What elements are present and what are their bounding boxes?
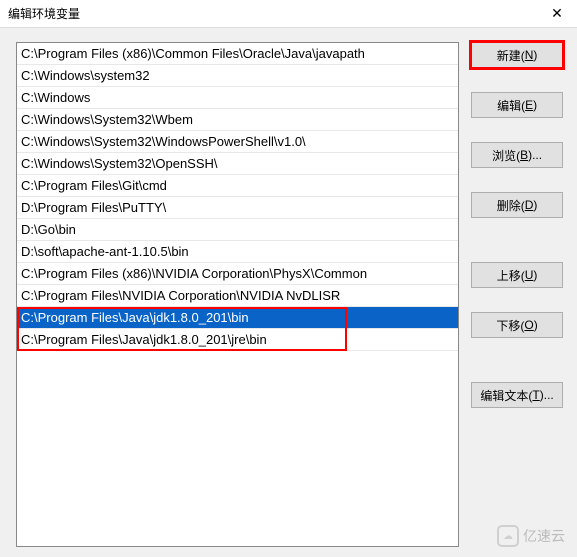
- path-item[interactable]: C:\Windows\System32\WindowsPowerShell\v1…: [17, 131, 458, 153]
- path-item[interactable]: D:\Program Files\PuTTY\: [17, 197, 458, 219]
- path-item[interactable]: C:\Windows\system32: [17, 65, 458, 87]
- browse-button[interactable]: 浏览(B)...: [471, 142, 563, 168]
- path-item[interactable]: C:\Program Files\Java\jdk1.8.0_201\bin: [17, 307, 458, 329]
- move-down-button[interactable]: 下移(O): [471, 312, 563, 338]
- move-up-button[interactable]: 上移(U): [471, 262, 563, 288]
- edit-button[interactable]: 编辑(E): [471, 92, 563, 118]
- path-item[interactable]: D:\soft\apache-ant-1.10.5\bin: [17, 241, 458, 263]
- path-item[interactable]: C:\Program Files\Git\cmd: [17, 175, 458, 197]
- path-item[interactable]: C:\Program Files (x86)\NVIDIA Corporatio…: [17, 263, 458, 285]
- new-button[interactable]: 新建(N): [471, 42, 563, 68]
- button-column: 新建(N) 编辑(E) 浏览(B)... 删除(D) 上移(U) 下移(O) 编…: [471, 42, 563, 543]
- path-item[interactable]: C:\Program Files (x86)\Common Files\Orac…: [17, 43, 458, 65]
- delete-button[interactable]: 删除(D): [471, 192, 563, 218]
- path-list[interactable]: C:\Program Files (x86)\Common Files\Orac…: [16, 42, 459, 547]
- window-title: 编辑环境变量: [8, 5, 80, 22]
- path-item[interactable]: C:\Windows\System32\Wbem: [17, 109, 458, 131]
- edit-text-button[interactable]: 编辑文本(T)...: [471, 382, 563, 408]
- close-button[interactable]: ✕: [537, 0, 577, 28]
- path-item[interactable]: C:\Program Files\NVIDIA Corporation\NVID…: [17, 285, 458, 307]
- path-item[interactable]: C:\Windows\System32\OpenSSH\: [17, 153, 458, 175]
- path-item[interactable]: C:\Program Files\Java\jdk1.8.0_201\jre\b…: [17, 329, 458, 351]
- dialog-content: C:\Program Files (x86)\Common Files\Orac…: [0, 28, 577, 557]
- path-item[interactable]: D:\Go\bin: [17, 219, 458, 241]
- path-item[interactable]: C:\Windows: [17, 87, 458, 109]
- title-bar: 编辑环境变量 ✕: [0, 0, 577, 28]
- close-icon: ✕: [551, 5, 563, 22]
